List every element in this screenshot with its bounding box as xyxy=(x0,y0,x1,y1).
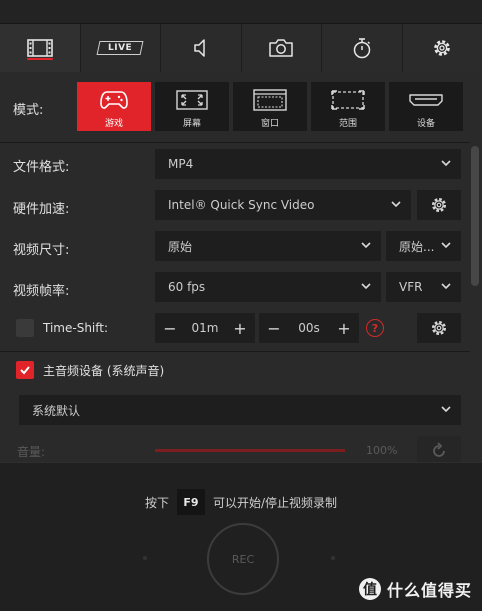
video-size-value: 原始 xyxy=(168,239,193,254)
volume-value: 100% xyxy=(366,444,398,457)
chevron-down-icon xyxy=(441,283,451,290)
volume-label: 音量: xyxy=(17,445,46,459)
film-icon xyxy=(26,39,53,57)
live-icon: LIVE xyxy=(96,41,144,55)
hw-accel-value: Intel® Quick Sync Video xyxy=(168,198,315,212)
tab-video-record[interactable] xyxy=(0,24,81,72)
region-icon xyxy=(331,90,365,110)
stopwatch-icon xyxy=(353,38,370,59)
gamepad-icon xyxy=(100,91,128,109)
mode-game-button[interactable]: 游戏 xyxy=(77,82,151,131)
minus-button[interactable]: − xyxy=(160,318,180,338)
hw-accel-label: 硬件加速: xyxy=(13,202,70,217)
main-audio-label: 主音频设备 (系统声音) xyxy=(43,364,165,378)
time-shift-minutes-value: 01m xyxy=(191,321,219,335)
hint-prefix: 按下 xyxy=(144,495,169,510)
mode-selector: 模式: 游戏 屏幕 窗口 范围 设备 xyxy=(0,72,482,142)
minus-button[interactable]: − xyxy=(264,318,284,338)
hw-accel-settings-button[interactable] xyxy=(417,190,461,220)
main-audio-checkbox[interactable] xyxy=(16,361,34,379)
mode-device-label: 设备 xyxy=(416,119,435,129)
fullscreen-icon xyxy=(176,90,208,110)
chevron-down-icon xyxy=(361,283,371,290)
gear-icon xyxy=(431,320,447,336)
video-size-secondary-select[interactable]: 原始... xyxy=(386,231,461,261)
tab-timer[interactable] xyxy=(322,24,403,72)
watermark-text: 什么值得买 xyxy=(386,581,472,600)
mode-game-label: 游戏 xyxy=(104,119,123,129)
chevron-down-icon xyxy=(441,406,451,413)
hotkey-hint: 按下 F9 可以开始/停止视频录制 xyxy=(0,489,482,515)
gear-icon xyxy=(434,40,451,56)
volume-slider[interactable] xyxy=(155,449,345,452)
frame-rate-mode-select[interactable]: VFR xyxy=(386,272,461,302)
settings-scrollbar[interactable] xyxy=(471,146,479,286)
file-format-label: 文件格式: xyxy=(13,160,70,175)
time-shift-label: Time-Shift: xyxy=(43,321,109,335)
plus-button[interactable]: + xyxy=(334,318,354,338)
indicator-dot xyxy=(143,556,147,560)
settings-panel: 文件格式: MP4 硬件加速: Intel® Quick Sync Video … xyxy=(0,142,482,462)
mode-device-button[interactable]: 设备 xyxy=(389,82,463,131)
chevron-down-icon xyxy=(441,160,451,167)
volume-slider-fill xyxy=(155,449,345,452)
hint-suffix: 可以开始/停止视频录制 xyxy=(212,495,338,510)
speaker-icon xyxy=(194,39,205,57)
tab-live[interactable]: LIVE xyxy=(80,24,161,72)
time-shift-seconds-stepper[interactable]: − 00s + xyxy=(259,313,359,343)
hotkey-badge: F9 xyxy=(176,489,205,515)
hw-accel-select[interactable]: Intel® Quick Sync Video xyxy=(155,190,411,220)
rec-button[interactable]: REC xyxy=(207,523,279,595)
mode-window-label: 窗口 xyxy=(260,119,279,129)
file-format-select[interactable]: MP4 xyxy=(155,149,461,179)
watermark-logo: 值 xyxy=(358,578,381,600)
watermark: 值 什么值得买 xyxy=(358,577,472,601)
window-icon xyxy=(253,89,287,111)
mode-screen-label: 屏幕 xyxy=(182,119,201,129)
time-shift-settings-button[interactable] xyxy=(417,313,461,343)
mode-screen-button[interactable]: 屏幕 xyxy=(155,82,229,131)
mode-window-button[interactable]: 窗口 xyxy=(233,82,307,131)
plus-button[interactable]: + xyxy=(230,318,250,338)
mode-region-label: 范围 xyxy=(338,119,357,129)
chevron-down-icon xyxy=(361,242,371,249)
reset-volume-button[interactable] xyxy=(417,436,461,462)
video-size-label: 视频尺寸: xyxy=(13,243,70,258)
checkmark-icon xyxy=(20,366,30,375)
frame-rate-value: 60 fps xyxy=(168,280,206,294)
tab-audio[interactable] xyxy=(161,24,242,72)
mode-region-button[interactable]: 范围 xyxy=(311,82,385,131)
indicator-dot xyxy=(331,556,335,560)
divider xyxy=(0,142,470,143)
gear-icon xyxy=(431,197,447,213)
hdmi-icon xyxy=(409,94,443,106)
frame-rate-mode-value: VFR xyxy=(399,280,423,294)
video-size-secondary-value: 原始... xyxy=(399,239,435,254)
video-size-select[interactable]: 原始 xyxy=(155,231,381,261)
info-icon[interactable]: ? xyxy=(366,319,384,337)
active-tab-indicator xyxy=(27,58,53,60)
record-panel: 按下 F9 可以开始/停止视频录制 REC 值 什么值得买 xyxy=(0,462,482,611)
divider xyxy=(0,351,470,352)
title-bar xyxy=(0,0,482,24)
file-format-value: MP4 xyxy=(168,157,194,171)
tab-screenshot[interactable] xyxy=(241,24,322,72)
frame-rate-label: 视频帧率: xyxy=(13,284,70,299)
time-shift-minutes-stepper[interactable]: − 01m + xyxy=(155,313,255,343)
rec-label: REC xyxy=(231,552,255,566)
time-shift-checkbox[interactable] xyxy=(16,319,34,337)
refresh-icon xyxy=(433,442,445,457)
mode-label: 模式: xyxy=(13,103,44,118)
time-shift-seconds-value: 00s xyxy=(298,321,320,335)
chevron-down-icon xyxy=(391,201,401,208)
audio-device-select[interactable]: 系统默认 xyxy=(19,395,461,425)
top-tab-bar: LIVE xyxy=(0,24,482,72)
camera-icon xyxy=(269,39,293,57)
frame-rate-select[interactable]: 60 fps xyxy=(155,272,381,302)
audio-device-value: 系统默认 xyxy=(32,403,81,418)
chevron-down-icon xyxy=(441,242,451,249)
tab-settings[interactable] xyxy=(402,24,482,72)
